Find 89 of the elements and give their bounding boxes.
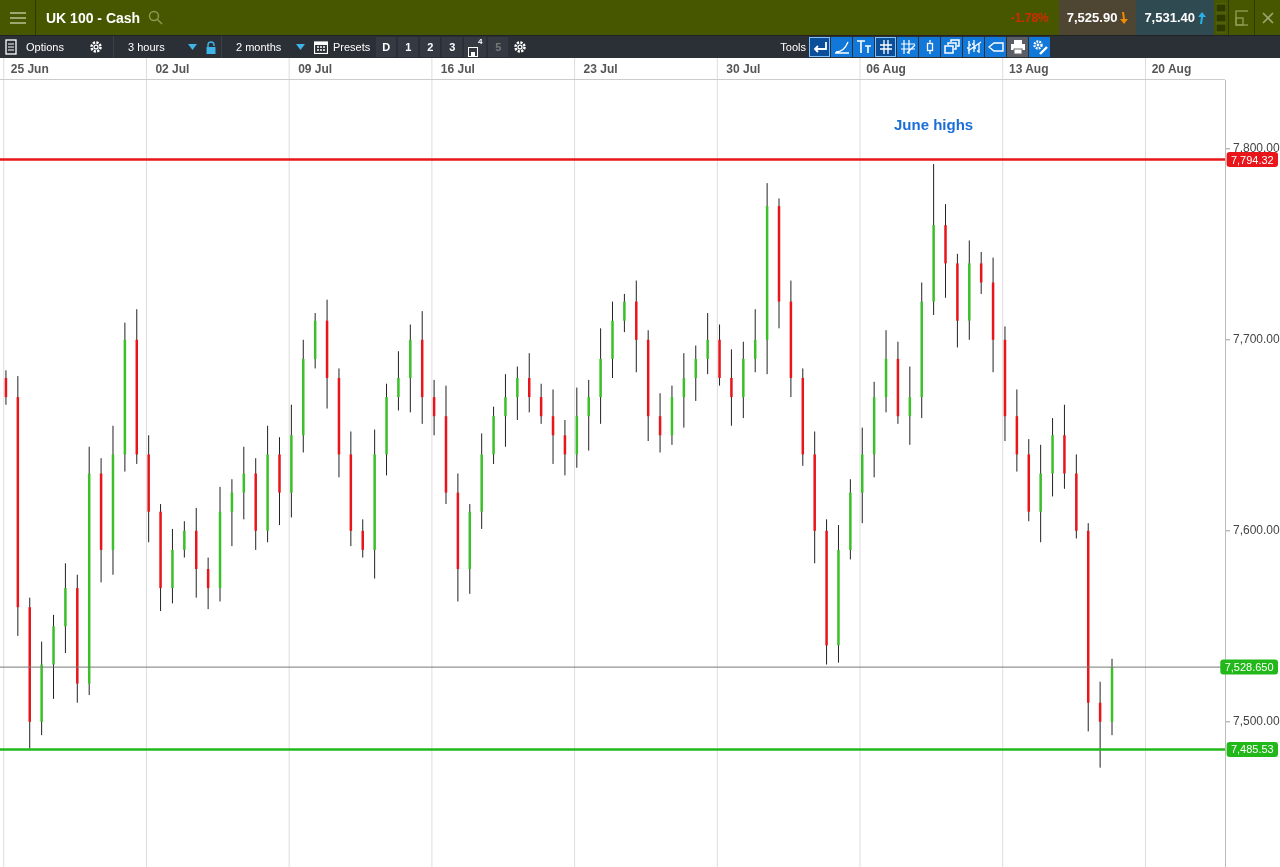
date-label: 02 Jul — [155, 62, 190, 76]
date-label: 09 Jul — [298, 62, 333, 76]
candlestick — [658, 392, 662, 453]
date-label: 16 Jul — [440, 62, 475, 76]
date-label: 23 Jul — [583, 62, 618, 76]
date-label: 06 Aug — [866, 62, 906, 76]
candlestick — [694, 345, 697, 402]
save-icon — [468, 47, 479, 57]
tag-icon — [987, 39, 1004, 55]
close-icon — [1261, 11, 1274, 24]
chart-annotation: June highs — [894, 115, 974, 133]
candlestick — [230, 478, 234, 547]
price-axis-label: 7,800.00 — [1233, 140, 1280, 155]
settings-icon[interactable] — [513, 40, 528, 54]
text-tool-icon — [855, 39, 872, 55]
tool-button[interactable] — [1029, 37, 1050, 57]
curve-icon — [833, 39, 850, 55]
caret-icon — [296, 44, 305, 50]
market-title: UK 100 - Cash — [46, 9, 141, 26]
candlestick — [313, 312, 317, 369]
tool-button[interactable] — [1007, 37, 1028, 57]
candlestick — [516, 366, 519, 421]
grid-pencil-icon — [899, 39, 916, 55]
date-label: 25 Jun — [10, 62, 49, 76]
tool-button[interactable] — [919, 37, 940, 57]
candlestick — [539, 383, 543, 425]
candlestick — [623, 293, 626, 333]
tool-button[interactable] — [985, 37, 1006, 57]
tool-button[interactable] — [941, 37, 962, 57]
parallel-lines-icon — [877, 39, 894, 55]
stacked-windows-icon — [943, 39, 960, 55]
candlestick — [670, 385, 674, 446]
tool-button[interactable] — [963, 37, 984, 57]
up-arrow-icon — [1198, 11, 1206, 24]
depth-icon — [1216, 2, 1226, 33]
price-badge: 7,528.650 — [1220, 659, 1278, 675]
sell-price-button[interactable]: 7,525.90 — [1058, 0, 1137, 35]
ref-line-label: 7,528.650 — [1224, 661, 1274, 674]
preset-button[interactable]: D — [376, 37, 397, 57]
ref-line-label: 7,794.32 — [1230, 153, 1274, 166]
caret-icon — [188, 44, 197, 50]
ref-line-label: 7,485.53 — [1230, 743, 1274, 756]
candlestick — [183, 520, 186, 559]
candlestick — [4, 369, 8, 406]
price-badge: 7,485.53 — [1226, 741, 1278, 757]
tool-button[interactable] — [875, 37, 896, 57]
buy-price-button[interactable]: 7,531.40 — [1136, 0, 1214, 35]
settings-icon[interactable] — [89, 40, 103, 54]
date-label: 30 Jul — [726, 62, 761, 76]
candlestick — [528, 352, 531, 413]
price-axis-label: 7,500.00 — [1233, 713, 1280, 728]
menu-icon — [9, 11, 26, 24]
date-label: 20 Aug — [1151, 62, 1192, 76]
printer-icon — [1009, 39, 1026, 55]
tool-button[interactable] — [897, 37, 918, 57]
save-preset-button[interactable]: 4 — [464, 37, 487, 57]
candlestick — [432, 379, 436, 436]
date-label: 13 Aug — [1009, 62, 1049, 76]
candlestick — [753, 308, 757, 373]
presets-label: Presets — [333, 41, 371, 53]
window-layout-icon — [1235, 9, 1248, 26]
candlestick — [206, 557, 210, 610]
candlestick — [979, 251, 983, 295]
down-arrow-icon — [1120, 11, 1129, 24]
bars-pencil-icon — [965, 39, 982, 55]
price-badge: 7,794.32 — [1226, 152, 1278, 168]
tools-label: Tools — [780, 41, 806, 53]
candlestick — [397, 350, 400, 411]
preset-button[interactable]: 2 — [420, 37, 441, 57]
price-axis-label: 7,700.00 — [1233, 331, 1280, 346]
tool-button[interactable] — [831, 37, 852, 57]
list-icon[interactable] — [5, 39, 17, 55]
gear-pencil-icon — [1031, 39, 1048, 55]
search-icon[interactable] — [148, 10, 164, 25]
tool-button[interactable] — [853, 37, 874, 57]
calendar-icon[interactable] — [314, 40, 328, 54]
price-change: -1.78% — [1010, 10, 1049, 25]
arrow-left-icon — [811, 39, 828, 55]
candlestick — [361, 518, 364, 559]
options-button[interactable]: Options — [22, 41, 84, 53]
preset-button[interactable]: 1 — [398, 37, 419, 57]
candlestick — [563, 419, 567, 476]
tool-button[interactable] — [809, 37, 830, 57]
candlestick — [718, 324, 721, 387]
candlestick — [492, 406, 495, 465]
price-axis-label: 7,600.00 — [1233, 522, 1280, 537]
candlestick — [706, 312, 709, 375]
lock-icon[interactable] — [206, 40, 216, 54]
preset-button[interactable]: 3 — [442, 37, 463, 57]
